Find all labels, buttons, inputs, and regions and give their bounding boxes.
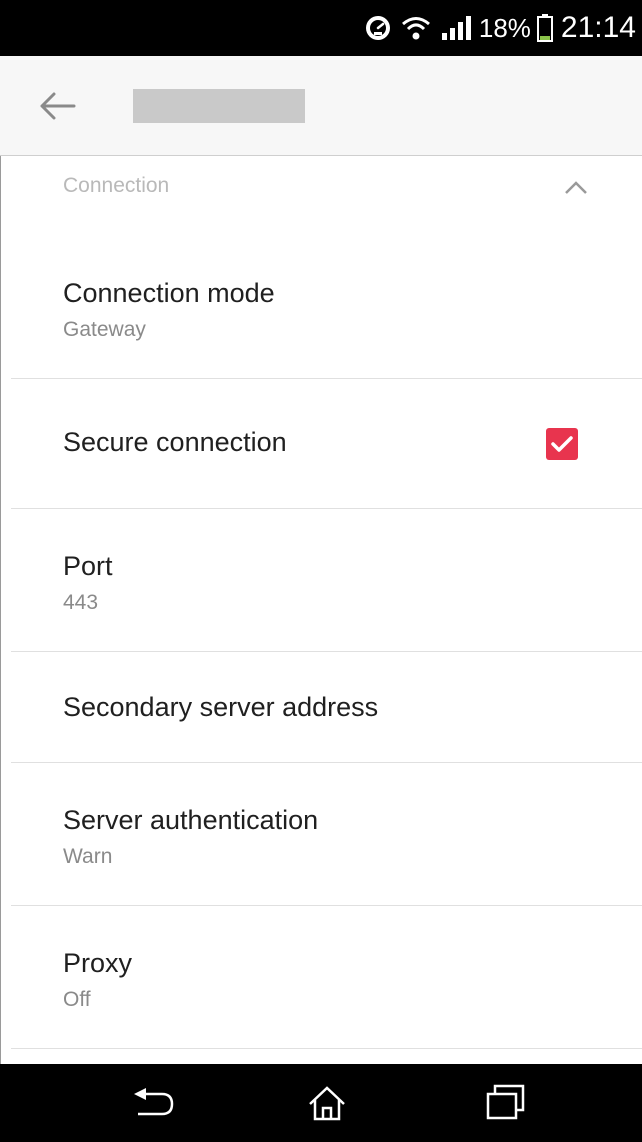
recent-apps-icon[interactable] [485, 1084, 527, 1125]
battery-percent: 18% [478, 12, 531, 43]
setting-proxy[interactable]: Proxy Off [11, 906, 642, 1048]
page-title-redacted [133, 89, 305, 123]
wifi-icon [401, 15, 431, 41]
setting-title: Connection mode [63, 278, 275, 308]
setting-server-authentication[interactable]: Server authentication Warn [11, 763, 642, 905]
secure-connection-checkbox[interactable] [546, 428, 578, 460]
setting-port[interactable]: Port 443 [11, 509, 642, 651]
battery-icon [536, 14, 553, 42]
home-icon[interactable] [307, 1084, 347, 1127]
checkmark-icon [551, 436, 573, 452]
setting-value: Warn [63, 845, 113, 868]
back-icon[interactable] [132, 1084, 176, 1125]
setting-connection-mode[interactable]: Connection mode Gateway [11, 256, 642, 378]
setting-secondary-server-address[interactable]: Secondary server address [11, 652, 642, 762]
back-arrow-icon[interactable] [38, 90, 78, 122]
setting-title: Secondary server address [63, 692, 379, 722]
setting-title: Secure connection [63, 427, 287, 457]
setting-value: Off [63, 988, 91, 1011]
signal-icon [441, 15, 471, 41]
divider [11, 1048, 642, 1049]
setting-title: Port [63, 551, 113, 581]
app-bar [0, 56, 642, 156]
setting-value: 443 [63, 591, 99, 614]
section-header: Connection [63, 174, 170, 197]
setting-title: Server authentication [63, 805, 319, 835]
setting-value: Gateway [63, 318, 146, 341]
settings-list: Connection Connection mode Gateway Secur… [0, 156, 642, 1064]
clock: 21:14 [560, 11, 636, 44]
navigation-bar [0, 1064, 642, 1142]
speedometer-icon [365, 15, 391, 41]
chevron-up-icon[interactable] [561, 178, 591, 198]
status-bar: 18% 21:14 [0, 0, 642, 56]
setting-title: Proxy [63, 948, 133, 978]
